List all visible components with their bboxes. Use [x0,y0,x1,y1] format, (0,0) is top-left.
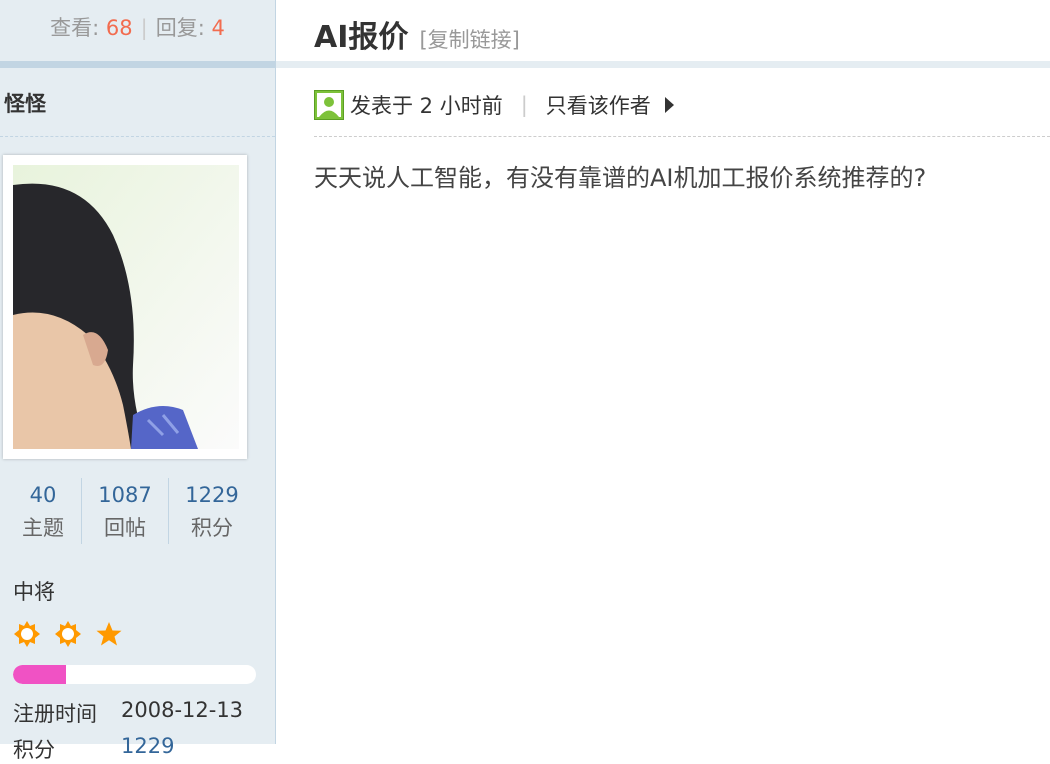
points-label: 积分 [13,738,55,762]
replies-label: 回复: [155,16,205,40]
stat-replies[interactable]: 1087 回帖 [81,478,168,544]
stat-label: 回帖 [104,516,146,540]
author-stats: 40 主题 1087 回帖 1229 积分 [0,478,256,544]
copy-link-button[interactable]: [复制链接] [419,28,519,52]
points-row: 积分 1229 [13,734,174,764]
post-main: AI报价 [复制链接] 发表于 2 小时前 | 只看该作者 天天说人工智能，有没… [276,0,1050,744]
author-sidebar: 查看: 68 | 回复: 4 怪怪 40 主题 1087 回帖 1229 积分 … [0,0,276,762]
thread-stats: 查看: 68 | 回复: 4 [0,0,275,62]
post-time: 发表于 2 小时前 [350,94,503,118]
divider [314,136,1050,137]
rank-stars [13,620,131,650]
stat-label: 积分 [191,516,233,540]
avatar-frame[interactable] [3,155,247,459]
star-icon [96,622,122,646]
sun-icon [14,621,40,647]
views-label: 查看: [50,16,100,40]
views-count: 68 [105,16,133,40]
stat-topics[interactable]: 40 主题 [0,478,86,544]
stat-label: 主题 [22,516,64,540]
level-progress-bar [13,665,256,684]
arrow-right-icon[interactable] [664,97,674,113]
author-name-link[interactable]: 怪怪 [4,88,46,118]
thread-header: AI报价 [复制链接] [314,12,520,56]
meta-separator: | [520,93,528,117]
stat-points[interactable]: 1229 积分 [168,478,255,544]
level-progress-fill [13,665,67,684]
online-user-icon [314,90,344,120]
register-time-label: 注册时间 [13,702,97,726]
avatar-image [13,165,239,449]
post-meta: 发表于 2 小时前 | 只看该作者 [314,89,674,121]
register-time-value: 2008-12-13 [121,698,244,722]
thread-title: AI报价 [314,20,409,55]
avatar[interactable] [13,165,239,449]
stats-separator: | [140,16,148,40]
sun-icon [55,621,82,647]
divider [0,136,275,137]
post-content: 天天说人工智能，有没有靠谱的AI机加工报价系统推荐的? [314,164,927,192]
stat-value: 1229 [185,483,239,507]
divider-bar [0,61,275,68]
replies-count: 4 [211,16,225,40]
only-author-link[interactable]: 只看该作者 [546,90,651,120]
divider-bar [276,61,1050,68]
stat-value: 40 [29,483,57,507]
points-value[interactable]: 1229 [121,734,174,758]
register-time-row: 注册时间 2008-12-13 [13,698,243,728]
user-rank[interactable]: 中将 [13,576,55,606]
stat-value: 1087 [98,483,152,507]
